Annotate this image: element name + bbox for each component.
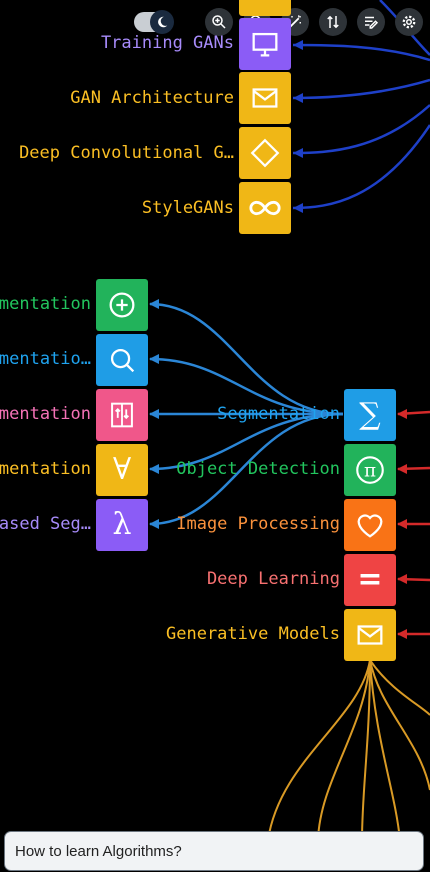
svg-text:π: π [364, 460, 376, 481]
sigma-icon: ∑ [359, 397, 381, 432]
mail-icon [252, 88, 278, 108]
node-label-seg-d: mentation [0, 459, 91, 479]
node-label-deep-learning: Deep Learning [206, 569, 340, 589]
zoom-in-icon [212, 15, 226, 29]
edge-deep-convolutional [292, 104, 430, 155]
gear-icon [402, 15, 416, 29]
mail-icon [357, 625, 383, 645]
node-label-seg-c: mentation [0, 404, 91, 424]
heart-icon [357, 514, 383, 538]
node-label-deep-convolutional: Deep Convolutional G… [19, 143, 234, 163]
node-deep-convolutional[interactable] [239, 127, 291, 179]
infinity-icon [249, 200, 281, 216]
pi-circle-icon: π [356, 456, 384, 484]
node-label-seg-b: mentatio… [0, 349, 91, 369]
chat-input[interactable]: How to learn Algorithms? [4, 831, 424, 871]
node-partial-top[interactable] [239, 0, 291, 16]
node-label-generative-models: Generative Models [166, 624, 340, 644]
node-label-segmentation: Segmentation [217, 404, 340, 424]
node-generative-models[interactable] [344, 609, 396, 661]
node-deep-learning[interactable]: = [344, 554, 396, 606]
sort-button[interactable] [319, 8, 347, 36]
edge-gan-architecture [292, 78, 430, 100]
zoom-in-button[interactable] [205, 8, 233, 36]
node-stylegans[interactable] [239, 182, 291, 234]
settings-button[interactable] [395, 8, 423, 36]
node-seg-d[interactable]: ∀ [96, 444, 148, 496]
swap-arrows-icon [111, 402, 133, 428]
for-all-icon: ∀ [112, 452, 132, 487]
search-icon [110, 348, 135, 373]
node-label-seg-e: ased Seg… [0, 514, 91, 534]
node-gan-architecture[interactable] [239, 72, 291, 124]
node-object-detection[interactable]: π [344, 444, 396, 496]
edge-seg-a [149, 302, 344, 416]
node-seg-e[interactable]: λ [96, 499, 148, 551]
node-training-gans[interactable] [239, 18, 291, 70]
node-seg-b[interactable] [96, 334, 148, 386]
plus-circle-icon [109, 292, 135, 318]
node-label-seg-a: mentation [0, 294, 91, 314]
edit-list-button[interactable] [357, 8, 385, 36]
node-label-image-processing: Image Processing [176, 514, 340, 534]
node-segmentation[interactable]: ∑ [344, 389, 396, 441]
node-label-object-detection: Object Detection [176, 459, 340, 479]
node-image-processing[interactable] [344, 499, 396, 551]
edit-list-icon [365, 16, 379, 29]
monitor-icon [252, 32, 278, 57]
edge-stylegans [292, 124, 430, 210]
lambda-icon: λ [112, 507, 132, 542]
sort-icon [327, 15, 339, 29]
theme-toggle[interactable] [134, 10, 174, 34]
node-label-gan-architecture: GAN Architecture [70, 88, 234, 108]
equals-icon: = [357, 562, 383, 597]
edge-training-gans [292, 43, 430, 62]
node-label-training-gans: Training GANs [100, 33, 234, 53]
moon-icon [150, 10, 174, 34]
node-seg-a[interactable] [96, 279, 148, 331]
node-seg-c[interactable] [96, 389, 148, 441]
node-label-stylegans: StyleGANs [141, 198, 234, 218]
diamond-icon [250, 138, 280, 168]
